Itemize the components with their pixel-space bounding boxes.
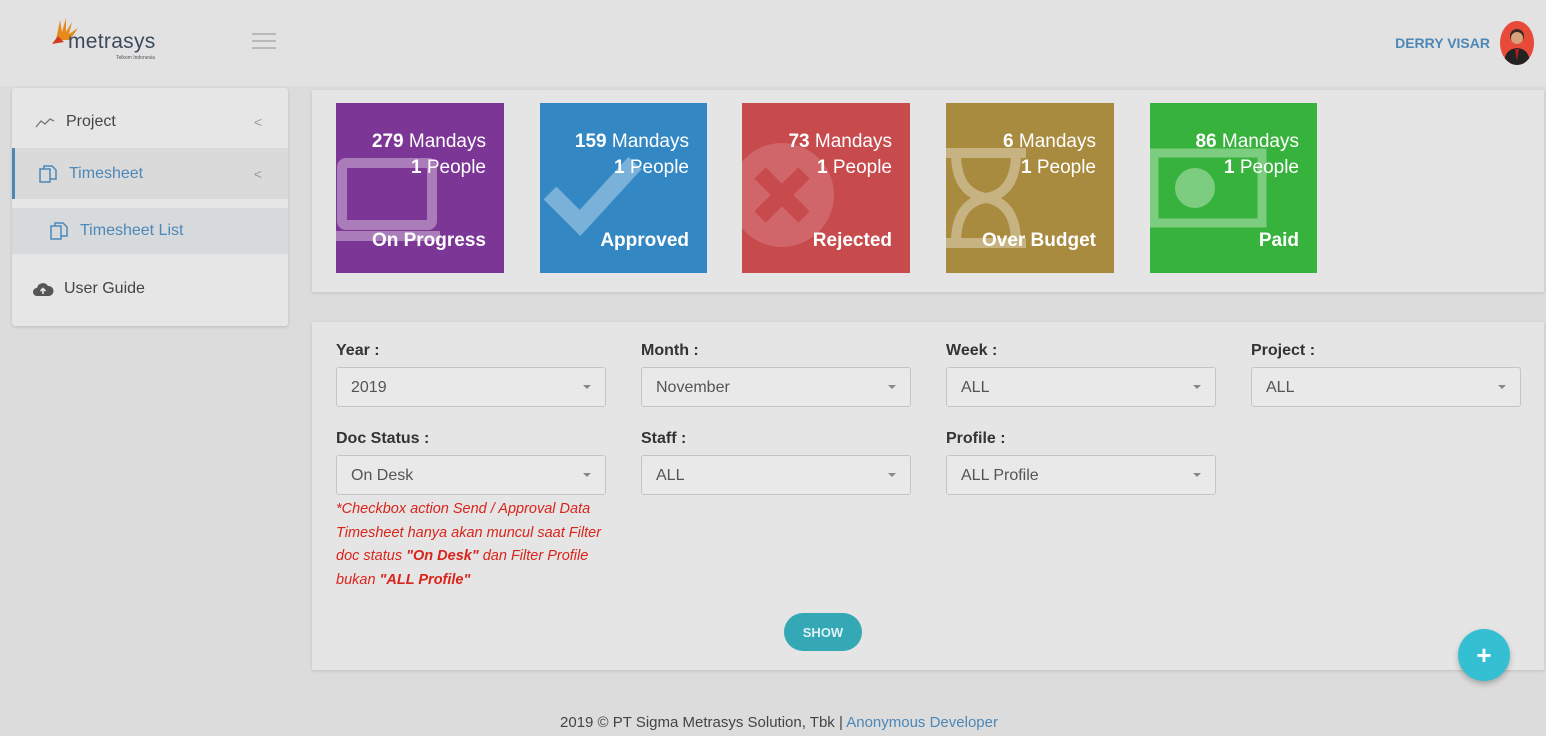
card-label: Rejected — [812, 230, 892, 251]
footer-text: 2019 © PT Sigma Metrasys Solution, Tbk | — [560, 714, 847, 731]
project-value: ALL — [1266, 379, 1295, 396]
mandays-count: 86 — [1195, 131, 1217, 152]
people-unit: People — [629, 157, 689, 178]
people-unit: People — [426, 157, 486, 178]
month-label: Month : — [641, 342, 699, 359]
status-card-paid[interactable]: 86 Mandays 1 People Paid — [1150, 103, 1317, 273]
doc-status-select[interactable]: On Desk — [336, 455, 606, 495]
year-label: Year : — [336, 342, 380, 359]
mandays-count: 73 — [788, 131, 810, 152]
show-button[interactable]: SHOW — [784, 613, 862, 651]
caret-down-icon — [583, 385, 591, 389]
doc-status-value: On Desk — [351, 467, 414, 484]
menu-toggle-icon[interactable] — [252, 33, 276, 51]
mandays-count: 6 — [1003, 131, 1014, 152]
sidebar-item-label: Project — [66, 113, 116, 130]
caret-down-icon — [1193, 385, 1201, 389]
people-count: 1 — [1223, 157, 1235, 178]
mandays-unit: Mandays — [408, 131, 486, 152]
status-card-approved[interactable]: 159 Mandays 1 People Approved — [540, 103, 707, 273]
sidebar-item-timesheet[interactable]: Timesheet < — [12, 148, 288, 199]
sidebar-item-project[interactable]: Project < — [12, 108, 288, 136]
line-chart-icon — [34, 116, 56, 128]
year-value: 2019 — [351, 379, 387, 396]
logo-text: metrasys — [68, 30, 156, 53]
card-label: Over Budget — [981, 230, 1096, 251]
project-label: Project : — [1251, 342, 1316, 359]
avatar[interactable] — [1500, 21, 1534, 65]
people-count: 1 — [410, 157, 422, 178]
logo-tagline: Telkom Indonesia — [116, 55, 155, 61]
note-bold-1: "On Desk" — [406, 548, 479, 564]
status-summary-panel: 279 Mandays 1 People On Progress 159 Man… — [312, 90, 1544, 292]
mandays-count: 159 — [574, 131, 607, 152]
status-card-on-progress[interactable]: 279 Mandays 1 People On Progress — [336, 103, 504, 273]
note-bold-2: "ALL Profile" — [379, 571, 471, 588]
user-name[interactable]: DERRY VISAR — [1395, 35, 1490, 51]
chevron-left-icon: < — [253, 165, 262, 182]
month-value: November — [656, 379, 730, 396]
sidebar-item-user-guide[interactable]: User Guide — [12, 274, 288, 304]
staff-label: Staff : — [641, 430, 687, 447]
footer: 2019 © PT Sigma Metrasys Solution, Tbk |… — [0, 714, 1546, 731]
people-count: 1 — [816, 157, 828, 178]
copy-icon — [48, 222, 70, 240]
copy-icon — [37, 164, 59, 183]
profile-label: Profile : — [946, 430, 1006, 447]
staff-value: ALL — [656, 467, 685, 484]
people-unit: People — [1036, 157, 1096, 178]
mandays-unit: Mandays — [1221, 131, 1299, 152]
sidebar-item-label: Timesheet — [69, 164, 144, 182]
staff-select[interactable]: ALL — [641, 455, 911, 495]
project-select[interactable]: ALL — [1251, 367, 1521, 407]
card-label: Approved — [600, 230, 689, 251]
filter-note: *Checkbox action Send / Approval Data Ti… — [336, 498, 616, 592]
people-unit: People — [832, 157, 892, 178]
card-label: Paid — [1258, 230, 1299, 251]
caret-down-icon — [1498, 385, 1506, 389]
profile-select[interactable]: ALL Profile — [946, 455, 1216, 495]
mandays-count: 279 — [371, 131, 404, 152]
week-label: Week : — [946, 342, 998, 359]
week-value: ALL — [961, 379, 990, 396]
people-count: 1 — [613, 157, 625, 178]
cloud-upload-icon — [32, 281, 54, 297]
profile-value: ALL Profile — [961, 467, 1039, 484]
mandays-unit: Mandays — [814, 131, 892, 152]
user-menu[interactable]: DERRY VISAR — [1395, 18, 1534, 68]
sidebar: Project < Timesheet < Timesheet List Use… — [12, 88, 288, 326]
doc-status-label: Doc Status : — [336, 430, 430, 447]
chevron-left-icon: < — [253, 114, 262, 130]
sidebar-item-timesheet-list[interactable]: Timesheet List — [12, 208, 288, 254]
sidebar-item-label: Timesheet List — [80, 222, 184, 239]
card-label: On Progress — [371, 230, 486, 251]
year-select[interactable]: 2019 — [336, 367, 606, 407]
caret-down-icon — [583, 473, 591, 477]
metrasys-logo[interactable]: metrasys Telkom Indonesia — [42, 14, 182, 66]
week-select[interactable]: ALL — [946, 367, 1216, 407]
status-card-rejected[interactable]: 73 Mandays 1 People Rejected — [742, 103, 910, 273]
mandays-unit: Mandays — [1018, 131, 1096, 152]
people-count: 1 — [1020, 157, 1032, 178]
caret-down-icon — [888, 385, 896, 389]
top-navbar: metrasys Telkom Indonesia DERRY VISAR — [0, 0, 1546, 86]
add-floating-button[interactable]: + — [1458, 629, 1510, 681]
sidebar-item-label: User Guide — [64, 280, 145, 297]
mandays-unit: Mandays — [611, 131, 689, 152]
caret-down-icon — [888, 473, 896, 477]
filter-panel: Year : 2019 Month : November Week : ALL … — [312, 322, 1544, 670]
footer-developer-link[interactable]: Anonymous Developer — [846, 714, 998, 731]
month-select[interactable]: November — [641, 367, 911, 407]
status-card-over-budget[interactable]: 6 Mandays 1 People Over Budget — [946, 103, 1114, 273]
people-unit: People — [1239, 157, 1299, 178]
caret-down-icon — [1193, 473, 1201, 477]
